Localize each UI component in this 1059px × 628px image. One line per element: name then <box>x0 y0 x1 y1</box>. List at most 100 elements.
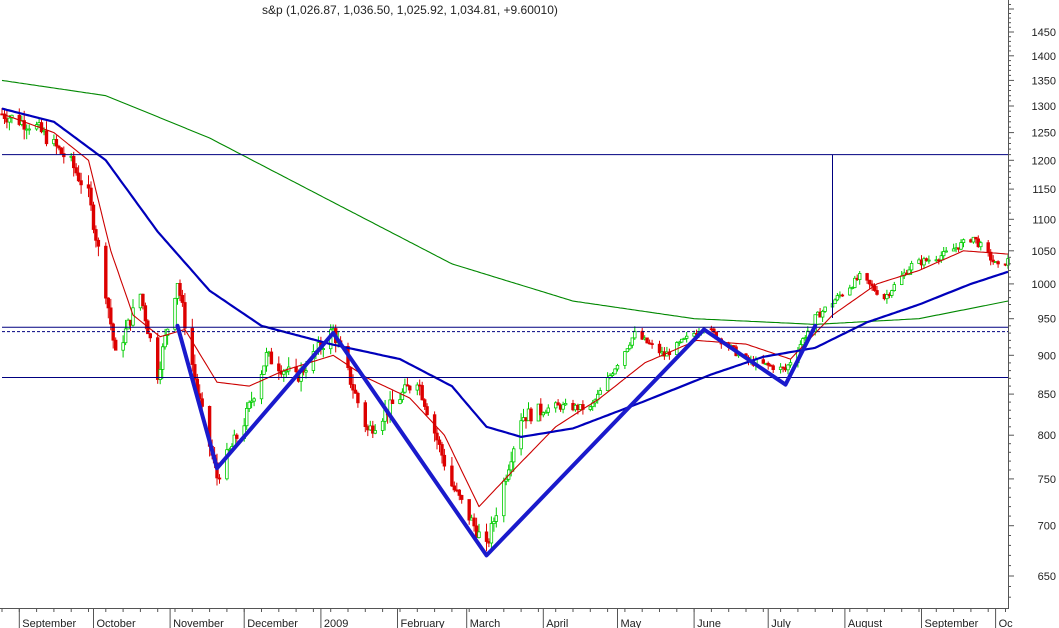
candle <box>996 260 1000 268</box>
candle <box>771 364 775 373</box>
candle-body <box>630 337 634 346</box>
candle-body <box>7 117 12 123</box>
y-tick-label: 1050 <box>1032 246 1056 258</box>
candle-body <box>74 167 78 174</box>
x-month-label: December <box>247 618 298 628</box>
candle <box>390 390 395 404</box>
candle <box>96 237 101 257</box>
candle-body <box>563 402 568 406</box>
candle-body <box>420 385 424 401</box>
candle-body <box>502 480 506 517</box>
candle-body <box>380 420 385 431</box>
candle <box>598 387 602 395</box>
candle-body <box>106 297 110 309</box>
candle-body <box>440 444 444 456</box>
candle <box>190 318 194 372</box>
candle-body <box>875 290 879 295</box>
candle-body <box>685 335 689 339</box>
candle-body <box>986 242 990 253</box>
candle-body <box>363 402 367 428</box>
candle-body <box>351 383 355 391</box>
candle-body <box>54 138 59 147</box>
candle-body <box>373 430 377 434</box>
candle <box>148 332 152 342</box>
ma-short-line <box>1 113 1009 508</box>
horizontal-lines <box>2 154 1008 378</box>
candle-body <box>628 344 632 350</box>
candle-body <box>939 255 943 261</box>
candle-body <box>961 239 966 243</box>
candle-body <box>996 261 1000 265</box>
candle-body <box>457 489 461 496</box>
candle-body <box>94 229 98 241</box>
candle <box>667 348 672 360</box>
x-month-label: June <box>697 618 721 628</box>
candle <box>262 365 266 375</box>
candle-body <box>104 245 108 299</box>
candle-body <box>86 184 91 189</box>
candle-body <box>44 130 49 145</box>
candle-body <box>867 279 872 285</box>
candle <box>44 121 49 147</box>
y-tick-label: 1150 <box>1032 184 1056 196</box>
candle-body <box>422 399 427 407</box>
candle-body <box>190 327 194 365</box>
candle <box>269 347 274 365</box>
candle-body <box>356 392 360 404</box>
candle-body <box>680 338 684 343</box>
y-tick-label: 750 <box>1038 474 1056 486</box>
candle <box>415 382 419 396</box>
candle-body <box>76 172 81 182</box>
candle-body <box>823 306 827 312</box>
candle <box>494 507 498 528</box>
candle-body <box>771 365 775 370</box>
candle <box>657 340 662 356</box>
candle-body <box>645 337 649 344</box>
y-tick-label: 900 <box>1038 350 1056 362</box>
candle-body <box>121 342 125 351</box>
candle <box>650 339 654 349</box>
y-tick-label: 1450 <box>1032 27 1056 39</box>
candle <box>459 494 464 504</box>
y-tick-label: 1000 <box>1032 279 1056 291</box>
candle <box>623 351 627 369</box>
candle-body <box>598 390 602 395</box>
y-tick-label: 1400 <box>1032 51 1056 63</box>
candle-body <box>173 297 177 330</box>
candle-body <box>141 293 145 307</box>
candle <box>944 247 948 253</box>
candle-body <box>435 432 439 441</box>
candle <box>546 404 550 416</box>
candle-body <box>180 294 185 303</box>
candle-body <box>625 348 630 353</box>
x-month-label: November <box>173 618 224 628</box>
candle-body <box>865 273 869 281</box>
candle-body <box>269 351 274 365</box>
candle-body <box>801 338 805 346</box>
candle-body <box>353 389 358 394</box>
candle-body <box>786 364 790 371</box>
candle <box>502 477 506 523</box>
x-month-label: September <box>925 618 979 628</box>
x-month-label: April <box>546 618 568 628</box>
candle-body <box>59 147 63 154</box>
candle-body <box>927 259 931 262</box>
candle-body <box>858 273 862 280</box>
candle-body <box>72 155 76 169</box>
candle-body <box>408 385 412 391</box>
candle-body <box>163 335 167 348</box>
candle-body <box>467 499 471 521</box>
axes: 650 700 750 800 850 900 950 1000 1050 1100 1150 120… <box>0 0 1059 628</box>
candle-body <box>840 294 845 297</box>
y-tick-label: 1100 <box>1032 214 1056 226</box>
candle-body <box>450 465 454 487</box>
x-month-label: 2009 <box>324 618 348 628</box>
y-tick-label: 1200 <box>1032 155 1056 167</box>
candle-body <box>890 290 894 296</box>
candle <box>484 523 489 552</box>
candle-body <box>160 346 165 370</box>
y-tick-label: 1350 <box>1032 75 1056 87</box>
candle-body <box>615 364 620 370</box>
candle <box>27 124 31 135</box>
candle <box>91 201 96 234</box>
